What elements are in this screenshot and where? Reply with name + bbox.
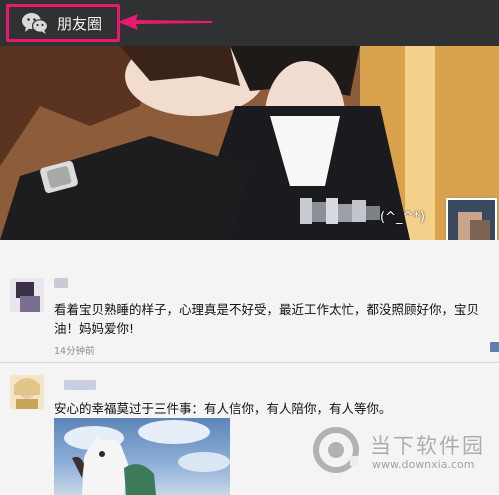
wechat-icon xyxy=(22,13,49,34)
post-text-line: 看着宝贝熟睡的样子，心理真是不好受，最近工作太忙，都没照顾好你，宝贝 xyxy=(54,302,480,317)
comment-icon[interactable] xyxy=(488,341,499,353)
post-image[interactable] xyxy=(54,418,230,495)
watermark-name: 当下软件园 xyxy=(370,434,485,458)
post-text-line: 安心的幸福莫过于三件事：有人信你，有人陪你，有人等你。 xyxy=(54,401,392,416)
post-image-illustration xyxy=(64,420,230,495)
moments-title-highlight[interactable]: 朋友圈 xyxy=(6,4,120,42)
feed-post: 看着宝贝熟睡的样子，心理真是不好受，最近工作太忙，都没照顾好你，宝贝 油！妈妈爱… xyxy=(0,240,499,368)
avatar[interactable] xyxy=(10,278,44,312)
name-mosaic xyxy=(300,198,380,224)
watermark-logo-icon xyxy=(313,427,359,473)
page-title: 朋友圈 xyxy=(57,14,103,33)
cover-user-name: (^_^*) xyxy=(380,210,425,225)
cover-photo[interactable]: (^_^*) xyxy=(0,46,499,240)
watermark-url: www.downxia.com xyxy=(372,458,475,471)
avatar[interactable] xyxy=(10,375,44,409)
user-name-mosaic xyxy=(54,278,68,288)
top-bar: 朋友圈 xyxy=(0,0,499,46)
annotation-arrow xyxy=(118,14,212,30)
user-name-mosaic xyxy=(64,380,96,390)
post-text-line: 油！妈妈爱你! xyxy=(54,321,135,336)
site-watermark: 当下软件园 www.downxia.com xyxy=(312,426,494,476)
post-timestamp: 14分钟前 xyxy=(54,346,95,357)
